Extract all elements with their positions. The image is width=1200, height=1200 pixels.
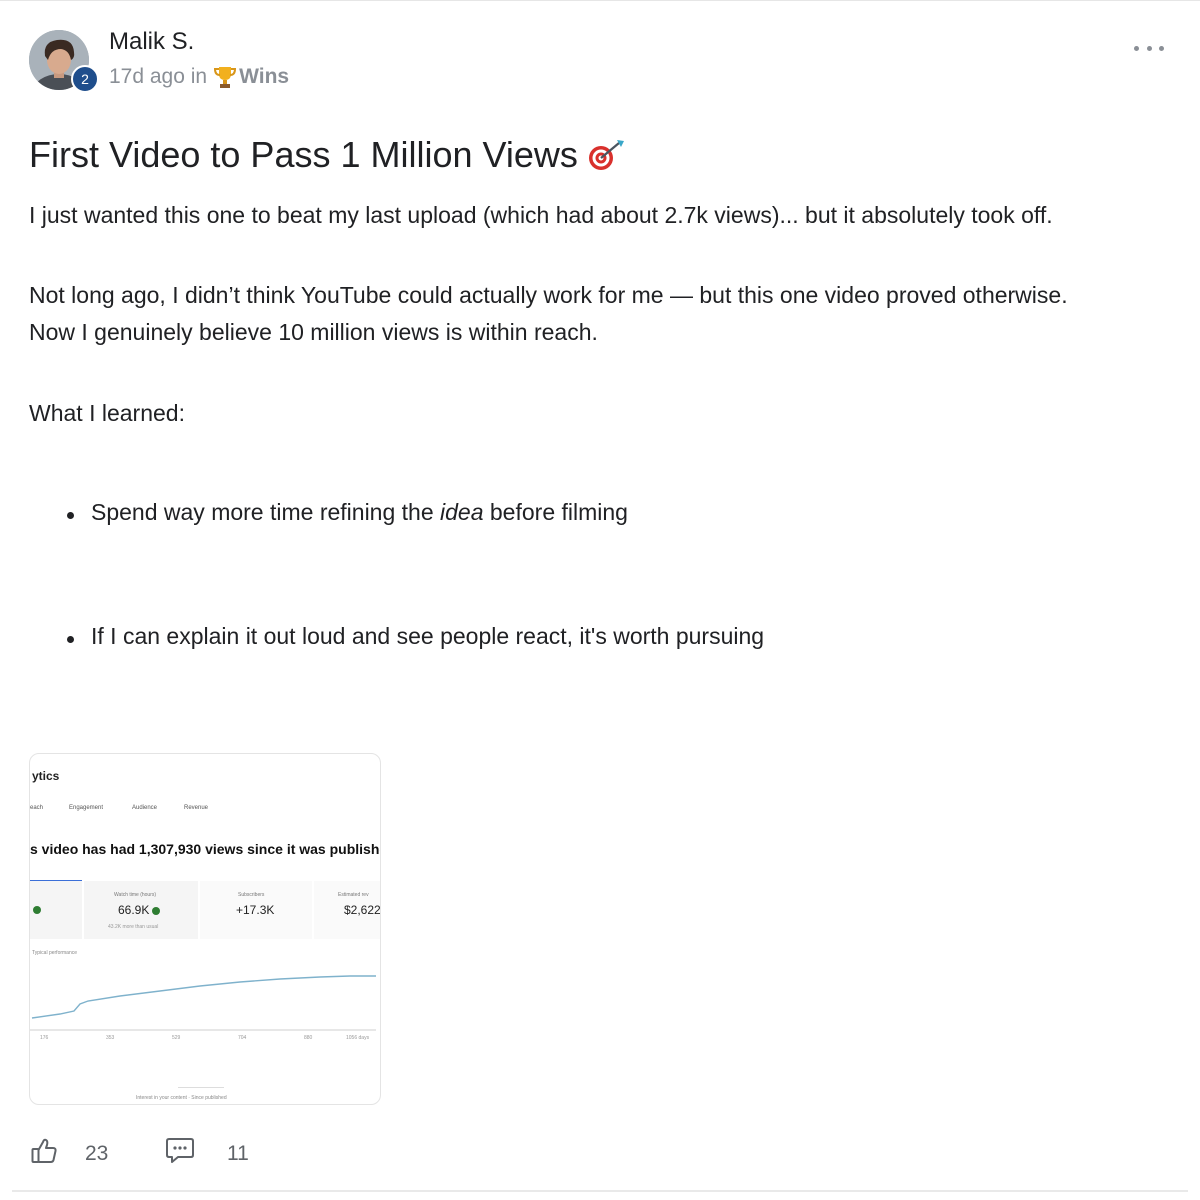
views-line-chart — [30, 975, 376, 1031]
up-indicator-icon — [152, 906, 161, 915]
stat-label: Watch time (hours) — [114, 892, 157, 898]
x-tick: 880 — [304, 1035, 313, 1041]
more-horizontal-icon[interactable] — [1134, 39, 1164, 57]
author-avatar-wrap[interactable]: 2 — [29, 30, 99, 93]
direct-hit-target-icon — [586, 137, 626, 173]
stat-label: Estimated rev — [338, 892, 369, 898]
stat-value: 66.9K — [118, 903, 161, 917]
category-link[interactable]: Wins — [239, 65, 289, 89]
post-time: 17d ago in — [109, 65, 208, 88]
post-meta: 17d ago in Wins — [109, 65, 289, 89]
stat-value: +17.3K — [236, 903, 275, 917]
stat-indicator — [30, 902, 41, 916]
divider — [12, 1190, 1188, 1192]
x-tick: 704 — [238, 1035, 247, 1041]
up-indicator-icon — [33, 905, 41, 914]
thumbs-up-icon — [31, 1137, 57, 1170]
attachment-image[interactable]: ytics each Engagement Audience Revenue s… — [29, 753, 381, 1105]
analytics-tab: Revenue — [184, 805, 209, 811]
typical-performance-label: Typical performance — [32, 950, 78, 956]
more-dot — [1146, 45, 1152, 51]
bullet-text: If I can explain it out loud and see peo… — [91, 623, 765, 649]
paragraph-2-line-1: Not long ago, I didn’t think YouTube cou… — [29, 282, 1068, 308]
x-tick: 353 — [106, 1035, 115, 1041]
more-dot — [1159, 45, 1164, 51]
stat-label: Subscribers — [238, 892, 265, 898]
comment-count: 11 — [227, 1141, 249, 1165]
stat-value: $2,622 — [344, 903, 381, 917]
paragraph-2-line-2: Now I genuinely believe 10 million views… — [29, 319, 598, 345]
post-card: 2 Malik S. 17d ago in Wins First Video t… — [0, 0, 1200, 1200]
x-tick: 1056 days — [346, 1035, 370, 1041]
paragraph-2: Not long ago, I didn’t think YouTube cou… — [29, 277, 1068, 351]
more-dot — [1134, 45, 1139, 51]
bullet-emphasis: idea — [440, 499, 484, 525]
chart-line — [31, 975, 376, 1019]
analytics-tab: each — [30, 805, 44, 811]
bullet-text: Spend way more time refining the idea be… — [67, 499, 628, 525]
bullet-item: Spend way more time refining the idea be… — [67, 499, 628, 526]
footer-divider — [178, 1087, 224, 1088]
analytics-footer: Interest in your content · Since publish… — [136, 1095, 227, 1101]
stat-value-text: 66.9K — [118, 903, 150, 917]
post-title: First Video to Pass 1 Million Views — [29, 134, 626, 176]
analytics-title: ytics — [32, 769, 60, 783]
bullet-item: If I can explain it out loud and see peo… — [67, 623, 764, 650]
analytics-tab: Engagement — [69, 805, 104, 811]
analytics-headline: s video has had 1,307,930 views since it… — [30, 841, 381, 857]
analytics-tab: Audience — [132, 805, 158, 811]
comment-button[interactable]: 11 — [165, 1137, 249, 1170]
x-tick: 529 — [172, 1035, 181, 1041]
post-title-text: First Video to Pass 1 Million Views — [29, 134, 578, 175]
bullet-text-after: before filming — [483, 499, 628, 525]
stat-sub: 43.2K more than usual — [108, 924, 159, 930]
paragraph-3: What I learned: — [29, 400, 185, 426]
x-tick: 176 — [40, 1035, 49, 1041]
bullet-text-before: Spend way more time refining the — [91, 499, 441, 525]
level-badge: 2 — [71, 65, 99, 93]
author-name[interactable]: Malik S. — [109, 28, 194, 56]
like-count: 23 — [85, 1141, 109, 1165]
paragraph-1: I just wanted this one to beat my last u… — [29, 202, 1053, 228]
comment-bubble-icon — [165, 1137, 195, 1170]
like-button[interactable]: 23 — [31, 1137, 108, 1170]
trophy-icon — [214, 65, 237, 89]
